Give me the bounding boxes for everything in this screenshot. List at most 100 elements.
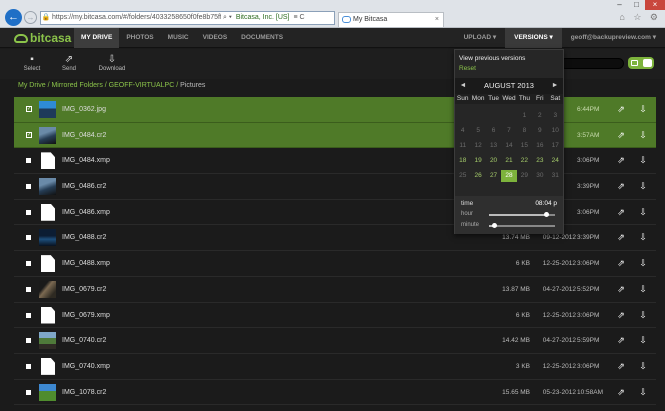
refresh-controls[interactable]: ≡ C bbox=[292, 12, 307, 24]
tab-close-button[interactable]: × bbox=[435, 13, 439, 27]
breadcrumb-mirrored-folders[interactable]: Mirrored Folders bbox=[51, 82, 102, 89]
row-checkbox[interactable] bbox=[26, 235, 31, 241]
row-checkbox[interactable] bbox=[26, 209, 31, 215]
file-name[interactable]: IMG_0488.cr2 bbox=[62, 225, 106, 250]
maximize-button[interactable]: □ bbox=[628, 0, 645, 10]
download-icon[interactable]: ⇩ bbox=[637, 387, 649, 398]
user-menu[interactable]: geoff@backupreview.com ▾ bbox=[562, 28, 665, 48]
address-bar-controls[interactable]: ⌕ ▾ bbox=[221, 12, 234, 24]
share-icon[interactable]: ⇗ bbox=[615, 130, 627, 141]
file-row[interactable]: IMG_0679.xmp 6 KB 12-25-2012 3:06PM ⇗ ⇩ bbox=[14, 303, 656, 329]
file-row[interactable]: IMG_0740.cr2 14.42 MB 04-27-2012 5:59PM ⇗ ⇩ bbox=[14, 328, 656, 354]
hour-slider-handle[interactable] bbox=[544, 212, 550, 217]
file-name[interactable]: IMG_0484.xmp bbox=[62, 148, 110, 173]
versions-reset-link[interactable]: Reset bbox=[459, 65, 476, 72]
view-toggle[interactable] bbox=[628, 57, 654, 69]
send-button[interactable]: ⇗ Send bbox=[56, 54, 82, 72]
url-text[interactable]: https://my.bitcasa.com/#/folders/4033258… bbox=[51, 12, 221, 24]
download-icon[interactable]: ⇩ bbox=[637, 310, 649, 321]
calendar-day[interactable]: 24 bbox=[548, 155, 563, 167]
share-icon[interactable]: ⇗ bbox=[615, 155, 627, 166]
file-name[interactable]: IMG_0486.cr2 bbox=[62, 174, 106, 199]
row-checkbox[interactable] bbox=[26, 286, 31, 292]
search-input[interactable] bbox=[560, 58, 624, 69]
download-icon[interactable]: ⇩ bbox=[637, 207, 649, 218]
next-month-button[interactable]: ► bbox=[549, 78, 561, 94]
file-row[interactable]: IMG_0740.xmp 3 KB 12-25-2012 3:06PM ⇗ ⇩ bbox=[14, 354, 656, 380]
download-icon[interactable]: ⇩ bbox=[637, 232, 649, 243]
download-icon[interactable]: ⇩ bbox=[637, 335, 649, 346]
calendar-day[interactable]: 20 bbox=[486, 155, 501, 167]
minute-slider[interactable] bbox=[489, 223, 555, 228]
download-icon[interactable]: ⇩ bbox=[637, 130, 649, 141]
minimize-button[interactable]: – bbox=[611, 0, 628, 10]
file-name[interactable]: IMG_0740.cr2 bbox=[62, 328, 106, 353]
browser-toolbar-icons[interactable]: ⌂ ☆ ⚙ bbox=[619, 12, 661, 23]
calendar-day[interactable]: 22 bbox=[517, 155, 532, 167]
row-checkbox[interactable] bbox=[26, 312, 31, 318]
certificate-badge[interactable]: Bitcasa, Inc. [US] bbox=[234, 12, 292, 24]
download-icon[interactable]: ⇩ bbox=[637, 361, 649, 372]
row-checkbox[interactable] bbox=[26, 338, 31, 344]
calendar-day[interactable]: 21 bbox=[501, 155, 516, 167]
download-icon[interactable]: ⇩ bbox=[637, 284, 649, 295]
calendar-day[interactable]: 27 bbox=[486, 170, 501, 182]
previous-month-button[interactable]: ◄ bbox=[457, 78, 469, 94]
upload-menu[interactable]: UPLOAD ▾ bbox=[455, 28, 506, 48]
address-bar[interactable]: 🔒 https://my.bitcasa.com/#/folders/40332… bbox=[40, 11, 335, 25]
share-icon[interactable]: ⇗ bbox=[615, 181, 627, 192]
nav-videos[interactable]: VIDEOS bbox=[196, 28, 235, 48]
share-icon[interactable]: ⇗ bbox=[615, 387, 627, 398]
share-icon[interactable]: ⇗ bbox=[615, 258, 627, 269]
file-name[interactable]: IMG_0488.xmp bbox=[62, 251, 110, 276]
nav-photos[interactable]: PHOTOS bbox=[119, 28, 160, 48]
row-checkbox[interactable] bbox=[26, 158, 31, 164]
close-window-button[interactable]: × bbox=[645, 0, 665, 10]
file-name[interactable]: IMG_0362.jpg bbox=[62, 97, 106, 122]
share-icon[interactable]: ⇗ bbox=[615, 335, 627, 346]
calendar-day[interactable]: 26 bbox=[470, 170, 485, 182]
forward-button[interactable]: → bbox=[24, 11, 37, 24]
download-icon[interactable]: ⇩ bbox=[637, 258, 649, 269]
calendar-day[interactable]: 23 bbox=[532, 155, 547, 167]
file-name[interactable]: IMG_0740.xmp bbox=[62, 354, 110, 379]
file-name[interactable]: IMG_0679.xmp bbox=[62, 303, 110, 328]
minute-slider-handle[interactable] bbox=[491, 223, 497, 228]
share-icon[interactable]: ⇗ bbox=[615, 207, 627, 218]
file-row[interactable]: IMG_1078.cr2 15.65 MB 05-23-2012 10:58AM ⇗ ⇩ bbox=[14, 380, 656, 406]
bitcasa-logo[interactable]: bitcasa bbox=[14, 31, 71, 45]
calendar-day[interactable]: 19 bbox=[470, 155, 485, 167]
share-icon[interactable]: ⇗ bbox=[615, 361, 627, 372]
nav-my-drive[interactable]: MY DRIVE bbox=[74, 28, 120, 48]
share-icon[interactable]: ⇗ bbox=[615, 232, 627, 243]
row-checkbox[interactable] bbox=[26, 184, 31, 190]
browser-tab[interactable]: My Bitcasa × bbox=[338, 12, 444, 27]
file-name[interactable]: IMG_0484.cr2 bbox=[62, 123, 106, 148]
download-button[interactable]: ⇩ Download bbox=[94, 54, 130, 72]
row-checkbox[interactable] bbox=[26, 363, 31, 369]
row-checkbox[interactable] bbox=[26, 389, 31, 395]
share-icon[interactable]: ⇗ bbox=[615, 284, 627, 295]
share-icon[interactable]: ⇗ bbox=[615, 104, 627, 115]
hour-slider[interactable] bbox=[489, 212, 555, 217]
row-checkbox[interactable] bbox=[26, 261, 31, 267]
download-icon[interactable]: ⇩ bbox=[637, 181, 649, 192]
versions-menu[interactable]: VERSIONS ▾ bbox=[505, 28, 562, 48]
file-row[interactable]: IMG_0679.cr2 13.87 MB 04-27-2012 5:52PM ⇗ ⇩ bbox=[14, 277, 656, 303]
calendar-day[interactable]: 18 bbox=[455, 155, 470, 167]
breadcrumb-my-drive[interactable]: My Drive bbox=[18, 82, 46, 89]
breadcrumb-geoff-virtualpc[interactable]: GEOFF-VIRTUALPC bbox=[109, 82, 175, 89]
share-icon[interactable]: ⇗ bbox=[615, 310, 627, 321]
file-name[interactable]: IMG_0679.cr2 bbox=[62, 277, 106, 302]
file-name[interactable]: IMG_0486.xmp bbox=[62, 200, 110, 225]
download-icon[interactable]: ⇩ bbox=[637, 104, 649, 115]
back-button[interactable]: ← bbox=[5, 9, 22, 26]
file-name[interactable]: IMG_1078.cr2 bbox=[62, 380, 106, 405]
row-checkbox[interactable]: ✓ bbox=[26, 131, 32, 138]
select-button[interactable]: ▪ Select bbox=[20, 54, 44, 72]
file-row[interactable]: IMG_0488.xmp 6 KB 12-25-2012 3:06PM ⇗ ⇩ bbox=[14, 251, 656, 277]
nav-music[interactable]: MUSIC bbox=[161, 28, 196, 48]
download-icon[interactable]: ⇩ bbox=[637, 155, 649, 166]
row-checkbox[interactable]: ✓ bbox=[26, 106, 32, 112]
nav-documents[interactable]: DOCUMENTS bbox=[234, 28, 290, 48]
